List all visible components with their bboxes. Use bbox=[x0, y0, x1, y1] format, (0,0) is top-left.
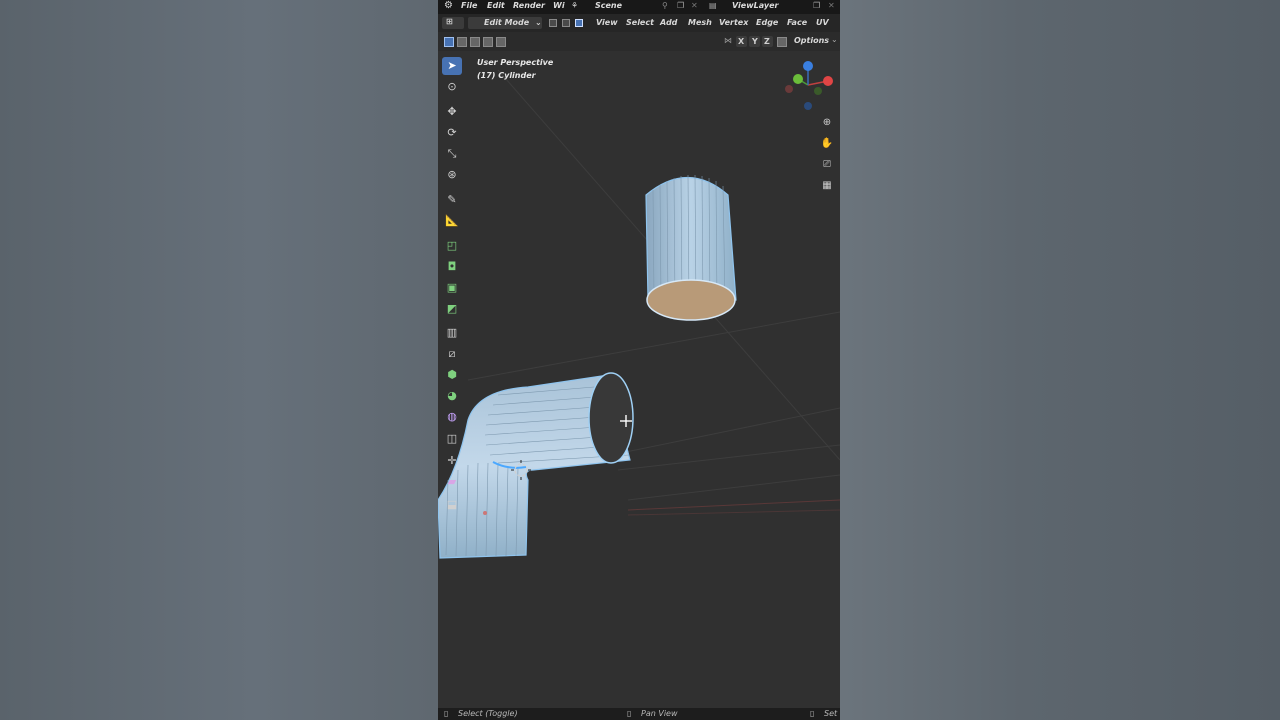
gizmo-neg-x-axis[interactable] bbox=[785, 85, 793, 93]
poly-build-icon[interactable]: ⬢ bbox=[442, 366, 462, 384]
smooth-icon[interactable]: ◍ bbox=[442, 408, 462, 426]
rip-icon[interactable]: ⬓ bbox=[442, 496, 462, 514]
status-bar: ▯ Select (Toggle) ▯ Pan View ▯ Set bbox=[438, 708, 840, 720]
shear-icon[interactable]: ▰ bbox=[442, 473, 462, 491]
gizmo-y-axis[interactable] bbox=[793, 74, 803, 84]
elbow-pipe-mesh[interactable] bbox=[438, 372, 634, 559]
mouse-right-icon: ▯ bbox=[810, 709, 815, 718]
scale-icon[interactable]: ⤡ bbox=[442, 145, 462, 163]
add-cube-icon[interactable]: ◰ bbox=[442, 237, 462, 255]
viewport-perspective-label: User Perspective bbox=[477, 58, 554, 67]
select-box-icon[interactable]: ➤ bbox=[442, 57, 462, 75]
inset-icon[interactable]: ▣ bbox=[442, 279, 462, 297]
status-set: Set bbox=[824, 709, 838, 718]
object-origin-dot bbox=[483, 511, 487, 515]
move-icon[interactable]: ✥ bbox=[442, 103, 462, 121]
loop-cut-icon[interactable]: ▥ bbox=[442, 324, 462, 342]
edge-slide-icon[interactable]: ◫ bbox=[442, 430, 462, 448]
selected-face[interactable] bbox=[646, 279, 736, 321]
status-select-toggle: Select (Toggle) bbox=[458, 709, 518, 718]
shrink-fatten-icon[interactable]: ✛ bbox=[442, 452, 462, 470]
spin-icon[interactable]: ◕ bbox=[442, 387, 462, 405]
x-axis-line-2 bbox=[627, 509, 840, 516]
viewport-object-label: (17) Cylinder bbox=[477, 71, 536, 80]
camera-view-icon[interactable]: ⎚ bbox=[818, 156, 836, 174]
gizmo-x-axis[interactable] bbox=[823, 76, 833, 86]
gizmo-z-axis[interactable] bbox=[803, 61, 813, 71]
pan-hand-icon[interactable]: ✋ bbox=[818, 135, 836, 153]
cursor-icon[interactable]: ⊙ bbox=[442, 78, 462, 96]
x-axis-line bbox=[627, 499, 840, 511]
rotate-icon[interactable]: ⟳ bbox=[442, 124, 462, 142]
viewport-canvas[interactable] bbox=[438, 0, 840, 708]
cylinder-mesh[interactable] bbox=[645, 174, 737, 321]
blender-window: ⚙ File Edit Render Wi ⚘ Scene ⚲ ❐ ✕ ▤ Vi… bbox=[438, 0, 840, 720]
mouse-middle-icon: ▯ bbox=[627, 709, 632, 718]
annotate-icon[interactable]: ✎ bbox=[442, 191, 462, 209]
navigation-gizmo[interactable] bbox=[785, 61, 833, 110]
mouse-left-icon: ▯ bbox=[444, 709, 449, 718]
zoom-icon[interactable]: ⊕ bbox=[818, 114, 836, 132]
extrude-icon[interactable]: ◘ bbox=[442, 258, 462, 276]
knife-icon[interactable]: ⧄ bbox=[442, 345, 462, 363]
transform-icon[interactable]: ⊛ bbox=[442, 166, 462, 184]
status-pan-view: Pan View bbox=[641, 709, 678, 718]
gizmo-neg-z-axis[interactable] bbox=[804, 102, 812, 110]
bevel-icon[interactable]: ◩ bbox=[442, 300, 462, 318]
gizmo-neg-y-axis[interactable] bbox=[814, 87, 822, 95]
measure-icon[interactable]: 📐 bbox=[442, 212, 462, 230]
perspective-grid-icon[interactable]: ▦ bbox=[818, 177, 836, 195]
